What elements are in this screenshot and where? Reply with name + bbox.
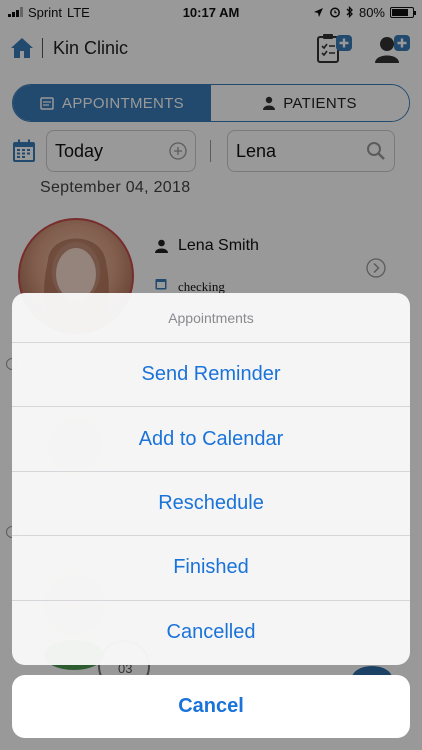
reschedule-button[interactable]: Reschedule: [12, 472, 410, 537]
cancel-button[interactable]: Cancel: [12, 675, 410, 738]
cancelled-button[interactable]: Cancelled: [12, 601, 410, 665]
send-reminder-button[interactable]: Send Reminder: [12, 343, 410, 408]
finished-button[interactable]: Finished: [12, 536, 410, 601]
action-sheet-title: Appointments: [12, 293, 410, 343]
add-to-calendar-button[interactable]: Add to Calendar: [12, 407, 410, 472]
action-sheet: Appointments Send Reminder Add to Calend…: [12, 293, 410, 665]
